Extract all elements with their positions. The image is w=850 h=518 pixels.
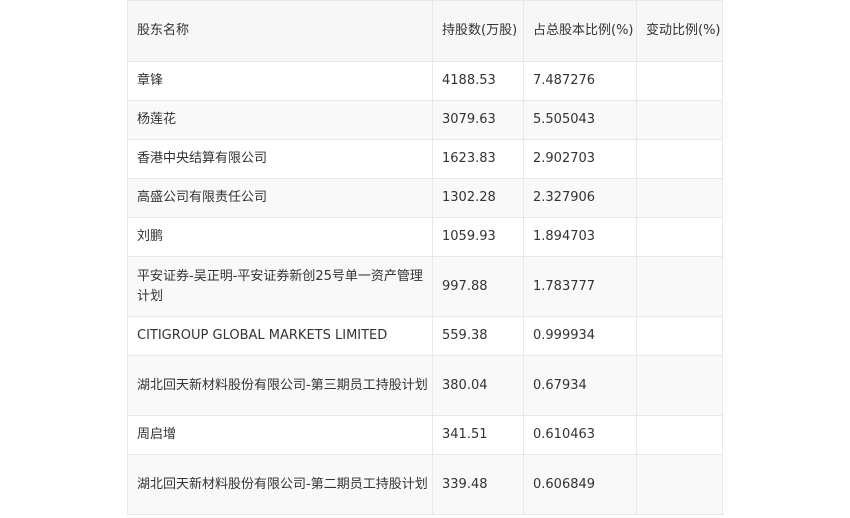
- cell-ratio: 7.487276: [523, 61, 637, 101]
- cell-ratio: 2.902703: [523, 139, 637, 179]
- cell-shareholder-name: 周启增: [127, 415, 433, 455]
- cell-shareholder-name: 湖北回天新材料股份有限公司-第三期员工持股计划: [127, 355, 433, 416]
- cell-change: [636, 256, 723, 317]
- table-row: 杨莲花 3079.63 5.505043: [127, 100, 723, 140]
- cell-ratio: 2.327906: [523, 178, 637, 218]
- table-row: 湖北回天新材料股份有限公司-第二期员工持股计划 339.48 0.606849: [127, 454, 723, 515]
- cell-shareholder-name: 刘鹏: [127, 217, 433, 257]
- table-row: 湖北回天新材料股份有限公司-第三期员工持股计划 380.04 0.67934: [127, 355, 723, 416]
- table-row: 周启增 341.51 0.610463: [127, 415, 723, 455]
- cell-shares: 1623.83: [432, 139, 524, 179]
- cell-ratio: 0.67934: [523, 355, 637, 416]
- cell-ratio: 0.999934: [523, 316, 637, 356]
- cell-shares: 997.88: [432, 256, 524, 317]
- cell-ratio: 5.505043: [523, 100, 637, 140]
- cell-shareholder-name: CITIGROUP GLOBAL MARKETS LIMITED: [127, 316, 433, 356]
- cell-shares: 3079.63: [432, 100, 524, 140]
- cell-shares: 339.48: [432, 454, 524, 515]
- cell-shareholder-name: 章锋: [127, 61, 433, 101]
- cell-shareholder-name: 杨莲花: [127, 100, 433, 140]
- cell-ratio: 0.606849: [523, 454, 637, 515]
- shareholder-table: 股东名称 持股数(万股) 占总股本比例(%) 变动比例(%) 章锋 4188.5…: [127, 0, 723, 515]
- header-change: 变动比例(%): [636, 0, 723, 62]
- cell-shares: 1059.93: [432, 217, 524, 257]
- table-row: 香港中央结算有限公司 1623.83 2.902703: [127, 139, 723, 179]
- cell-change: [636, 100, 723, 140]
- cell-shareholder-name: 平安证券-吴正明-平安证券新创25号单一资产管理计划: [127, 256, 433, 317]
- cell-change: [636, 217, 723, 257]
- header-shareholder-name: 股东名称: [127, 0, 433, 62]
- cell-change: [636, 415, 723, 455]
- cell-shares: 4188.53: [432, 61, 524, 101]
- cell-shares: 559.38: [432, 316, 524, 356]
- cell-change: [636, 139, 723, 179]
- cell-shareholder-name: 高盛公司有限责任公司: [127, 178, 433, 218]
- table-header-row: 股东名称 持股数(万股) 占总股本比例(%) 变动比例(%): [127, 0, 723, 62]
- cell-change: [636, 355, 723, 416]
- cell-ratio: 1.894703: [523, 217, 637, 257]
- cell-change: [636, 454, 723, 515]
- table-row: 平安证券-吴正明-平安证券新创25号单一资产管理计划 997.88 1.7837…: [127, 256, 723, 317]
- cell-change: [636, 178, 723, 218]
- cell-shareholder-name: 香港中央结算有限公司: [127, 139, 433, 179]
- cell-shares: 341.51: [432, 415, 524, 455]
- header-shares: 持股数(万股): [432, 0, 524, 62]
- cell-change: [636, 61, 723, 101]
- table-row: 高盛公司有限责任公司 1302.28 2.327906: [127, 178, 723, 218]
- table-row: 刘鹏 1059.93 1.894703: [127, 217, 723, 257]
- cell-change: [636, 316, 723, 356]
- cell-ratio: 0.610463: [523, 415, 637, 455]
- header-ratio: 占总股本比例(%): [523, 0, 637, 62]
- shareholder-table-container: 股东名称 持股数(万股) 占总股本比例(%) 变动比例(%) 章锋 4188.5…: [127, 0, 723, 515]
- table-row: CITIGROUP GLOBAL MARKETS LIMITED 559.38 …: [127, 316, 723, 356]
- cell-shareholder-name: 湖北回天新材料股份有限公司-第二期员工持股计划: [127, 454, 433, 515]
- table-row: 章锋 4188.53 7.487276: [127, 61, 723, 101]
- cell-shares: 1302.28: [432, 178, 524, 218]
- cell-shares: 380.04: [432, 355, 524, 416]
- cell-ratio: 1.783777: [523, 256, 637, 317]
